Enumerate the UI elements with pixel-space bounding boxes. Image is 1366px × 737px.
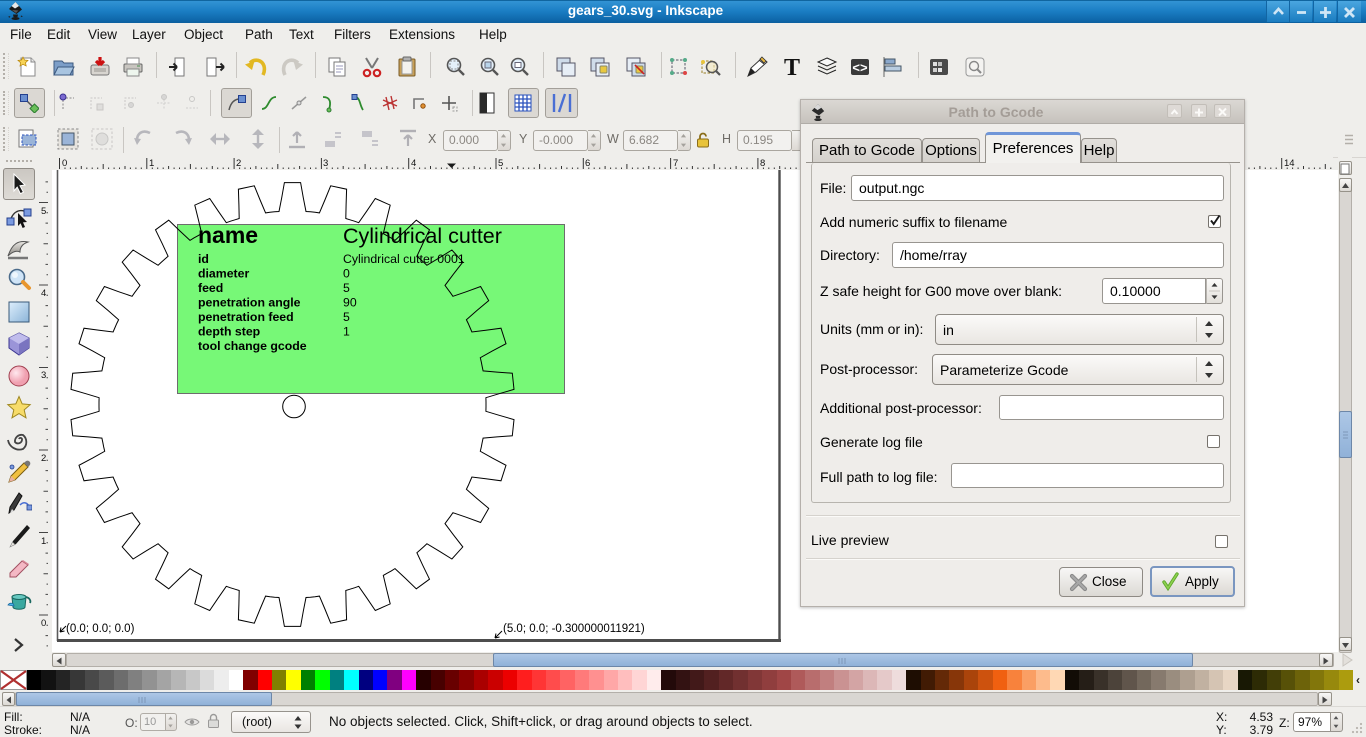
svg-text:(0.0; 0.0; 0.0): (0.0; 0.0; 0.0): [66, 623, 135, 635]
svg-text:Cylindrical cutter: Cylindrical cutter: [343, 224, 502, 248]
svg-text:tool change gcode: tool change gcode: [198, 339, 307, 353]
svg-text:T: T: [784, 55, 800, 79]
svg-text:name: name: [198, 222, 258, 248]
svg-text:depth step: depth step: [198, 325, 260, 339]
svg-text:4: 4: [41, 288, 46, 299]
svg-text:7: 7: [673, 158, 678, 169]
svg-text:0: 0: [62, 158, 67, 169]
svg-text:(5.0; 0.0; -0.300000011921): (5.0; 0.0; -0.300000011921): [503, 623, 645, 635]
svg-text:2: 2: [41, 453, 46, 464]
svg-text:0: 0: [41, 618, 46, 629]
svg-text:4: 4: [411, 158, 416, 169]
svg-text:Cylindrical cutter 0001: Cylindrical cutter 0001: [343, 252, 465, 266]
svg-text:diameter: diameter: [198, 267, 249, 281]
svg-text:1: 1: [41, 536, 46, 547]
svg-text:6: 6: [585, 158, 590, 169]
svg-text:3: 3: [41, 370, 46, 381]
svg-text:5: 5: [498, 158, 503, 169]
svg-text:8: 8: [760, 158, 765, 169]
svg-text:penetration feed: penetration feed: [198, 310, 294, 324]
svg-text:3: 3: [323, 158, 328, 169]
svg-text:<>: <>: [852, 60, 868, 75]
svg-text:2: 2: [236, 158, 241, 169]
svg-text:5: 5: [343, 310, 350, 324]
svg-text:feed: feed: [198, 281, 223, 295]
svg-text:1: 1: [343, 325, 350, 339]
svg-text:5: 5: [343, 281, 350, 295]
svg-text:penetration angle: penetration angle: [198, 296, 301, 310]
svg-text:90: 90: [343, 296, 357, 310]
svg-text:5: 5: [41, 206, 46, 217]
svg-text:id: id: [198, 252, 209, 266]
svg-text:1: 1: [149, 158, 154, 169]
svg-text:0: 0: [343, 267, 350, 281]
svg-text:14: 14: [1284, 158, 1295, 169]
